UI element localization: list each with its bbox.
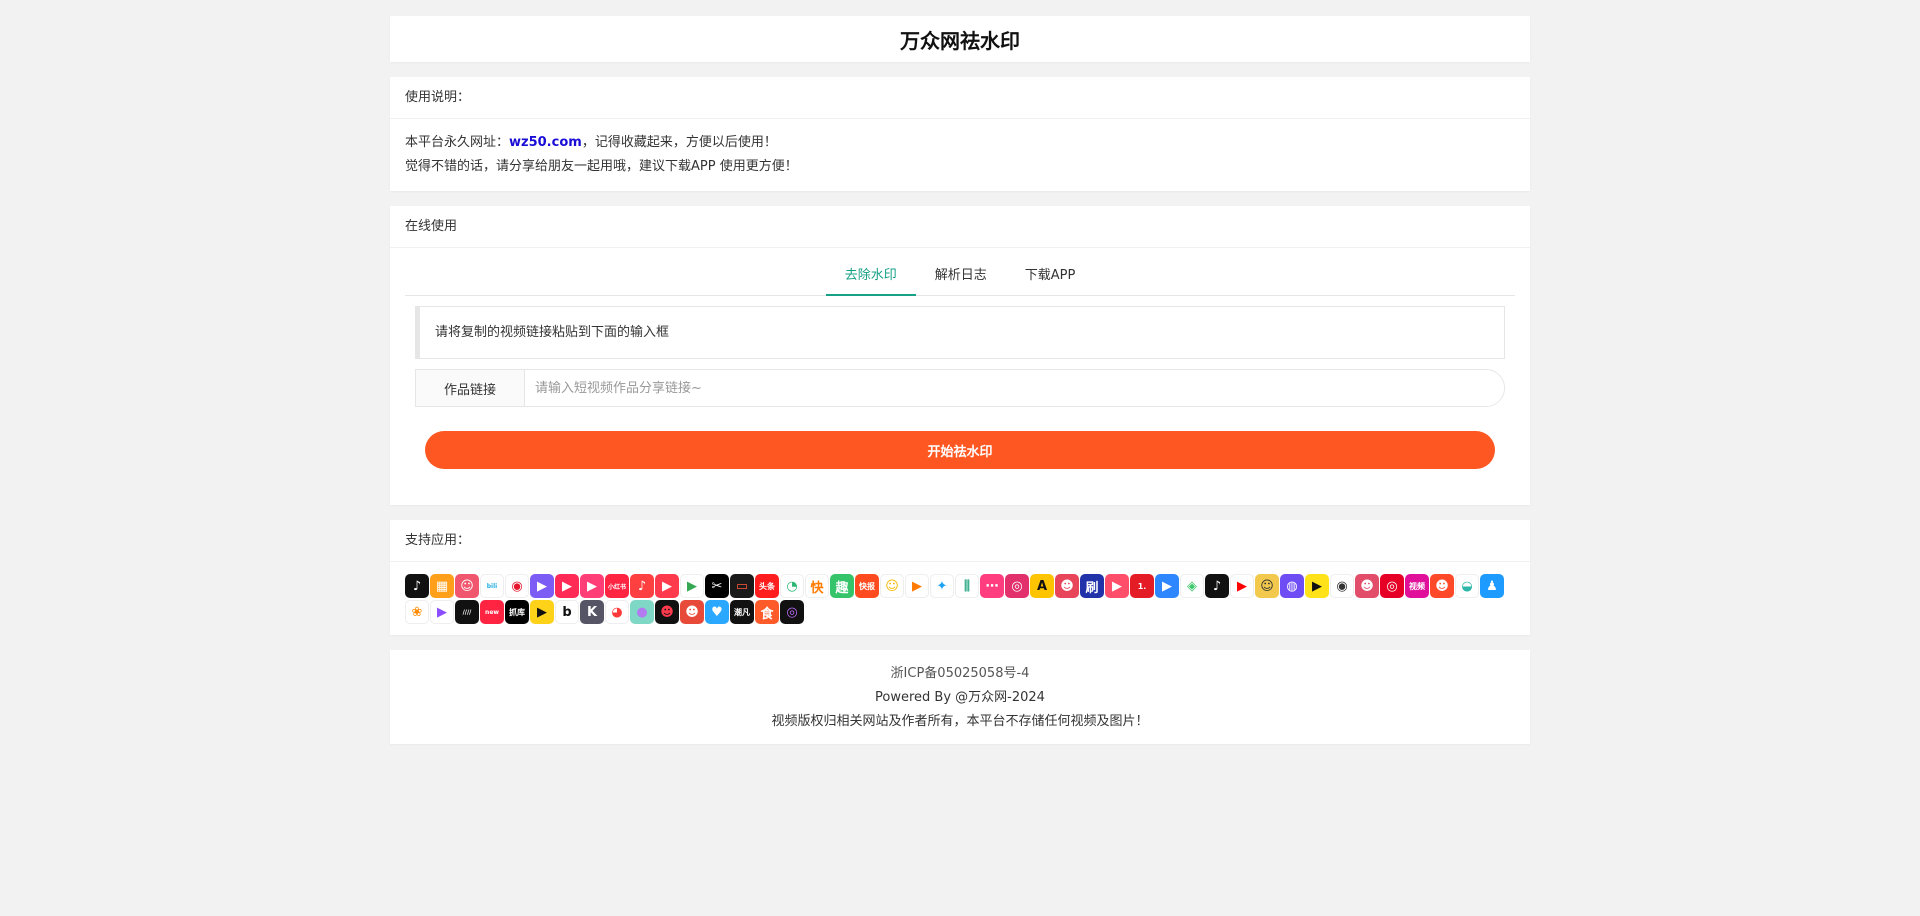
app-black-circle-icon: ◎ xyxy=(780,600,804,624)
tab-download-app[interactable]: 下载APP xyxy=(1006,256,1095,295)
kuaishou-icon: 快 xyxy=(805,574,829,598)
app-chat-icon: ◔ xyxy=(780,574,804,598)
instagram-icon: ◎ xyxy=(1005,574,1029,598)
google-play-icon: ▶ xyxy=(680,574,704,598)
app-yellow-drop-icon: ▶ xyxy=(1305,574,1329,598)
app-yellow-face-icon: ☺ xyxy=(880,574,904,598)
app-blue-shua-icon: 刷 xyxy=(1080,574,1104,598)
douyin-icon: ♪ xyxy=(405,574,429,598)
app-dark-text-icon: 潮凡 xyxy=(730,600,754,624)
app-red-tv-icon: ▶ xyxy=(1105,574,1129,598)
app-cartoon-icon: ☺ xyxy=(1255,574,1279,598)
app-camera-icon: ▶ xyxy=(655,574,679,598)
app-pink-play-icon: ▶ xyxy=(580,574,604,598)
apps-card: 支持应用： ♪ ▦ ☺ bili ◉ ▶ ▶ ▶ 小红书 ♪ ▶ ▶ ✂ ▭ 头条 ◔ 快趣快报 ☺ ▶ ✦ ⫼ ⋯ ◎ A ☻… xyxy=(390,520,1530,635)
app-blue-play-icon: ▶ xyxy=(1155,574,1179,598)
online-header: 在线使用 xyxy=(390,206,1530,248)
notice-body: 本平台永久网址：wz50.com，记得收藏起来，方便以后使用！ 觉得不错的话，请… xyxy=(390,119,1530,191)
app-face-icon: ☻ xyxy=(1055,574,1079,598)
app-tiger-icon: ☻ xyxy=(1430,574,1454,598)
notice-line-1-prefix: 本平台永久网址： xyxy=(405,135,510,150)
app-black-tv-icon: ▭ xyxy=(730,574,754,598)
capcut-icon: ✂ xyxy=(705,574,729,598)
app-magenta-text-icon: 视频 xyxy=(1405,574,1429,598)
footer: 浙ICP备05025058号-4 Powered By @万众网-2024 视频… xyxy=(390,650,1530,744)
app-purple-triangle-icon: ▶ xyxy=(430,600,454,624)
copyright-disclaimer: 视频版权归相关网站及作者所有，本平台不存储任何视频及图片！ xyxy=(771,714,1149,729)
app-gradient-ball-icon: ● xyxy=(630,600,654,624)
online-card: 在线使用 去除水印 解析日志 下载APP 请将复制的视频链接粘贴到下面的输入框 … xyxy=(390,206,1530,505)
app-black-text-icon: 抓库 xyxy=(505,600,529,624)
app-bowl-icon: ◒ xyxy=(1455,574,1479,598)
app-food-icon: 食 xyxy=(755,600,779,624)
notice-header: 使用说明： xyxy=(390,77,1530,119)
app-purple-chat-icon: ◍ xyxy=(1280,574,1304,598)
app-yellow-circle-icon: ▶ xyxy=(530,600,554,624)
supported-apps-grid: ♪ ▦ ☺ bili ◉ ▶ ▶ ▶ 小红书 ♪ ▶ ▶ ✂ ▭ 头条 ◔ 快趣快报 ☺ ▶ ✦ ⫼ ⋯ ◎ A ☻ 刷 ▶ 1. ▶ ◈… xyxy=(390,562,1530,635)
link-input-group: 作品链接 xyxy=(415,369,1505,407)
app-one-icon: 1. xyxy=(1130,574,1154,598)
tab-parse-log[interactable]: 解析日志 xyxy=(916,256,1006,295)
start-remove-watermark-button[interactable]: 开始祛水印 xyxy=(425,431,1495,469)
app-green-box-icon: 趣 xyxy=(830,574,854,598)
submit-wrap: 开始祛水印 xyxy=(405,407,1515,505)
app-yellow-a-icon: A xyxy=(1030,574,1054,598)
title-card: 万众网祛水印 xyxy=(390,16,1530,62)
site-title: 万众网祛水印 xyxy=(900,28,1020,53)
app-bars-icon: ⫼ xyxy=(955,574,979,598)
page-container: 万众网祛水印 使用说明： 本平台永久网址：wz50.com，记得收藏起来，方便以… xyxy=(390,0,1530,744)
app-eye-icon: ◉ xyxy=(1330,574,1354,598)
app-blue-heart-icon: ♥ xyxy=(705,600,729,624)
link-input-label: 作品链接 xyxy=(416,370,525,406)
video-link-input[interactable] xyxy=(525,370,1504,406)
app-portrait-icon: ☻ xyxy=(1355,574,1379,598)
app-red-bird-icon: ◕ xyxy=(605,600,629,624)
powered-by: Powered By @万众网-2024 xyxy=(875,690,1045,705)
notice-line-1-suffix: ，记得收藏起来，方便以后使用！ xyxy=(581,135,777,150)
app-green-eye-icon: ◈ xyxy=(1180,574,1204,598)
tab-remove-watermark[interactable]: 去除水印 xyxy=(825,256,916,296)
app-redorange-icon: ♪ xyxy=(630,574,654,598)
app-pink-face-icon: ☺ xyxy=(455,574,479,598)
app-orange-arrow-icon: ▶ xyxy=(905,574,929,598)
app-red-new-icon: new xyxy=(480,600,504,624)
app-purple-play-icon: ▶ xyxy=(530,574,554,598)
notice-line-1: 本平台永久网址：wz50.com，记得收藏起来，方便以后使用！ xyxy=(405,131,1515,155)
weibo-icon: ◉ xyxy=(505,574,529,598)
icp-number[interactable]: 浙ICP备05025058号-4 xyxy=(390,662,1530,686)
app-b-icon: b xyxy=(555,600,579,624)
notice-line-2: 觉得不错的话，请分享给朋友一起用哦，建议下载APP 使用更方便！ xyxy=(405,159,798,174)
app-red-play-icon: ▶ xyxy=(555,574,579,598)
tiktok-icon: ♪ xyxy=(1205,574,1229,598)
app-k-icon: K xyxy=(580,600,604,624)
app-monkey-icon: ☻ xyxy=(680,600,704,624)
youtube-icon: ▶ xyxy=(1230,574,1254,598)
twitter-icon: ✦ xyxy=(930,574,954,598)
app-squirrel-icon: ❀ xyxy=(405,600,429,624)
bilibili-icon: bili xyxy=(480,574,504,598)
app-lines-icon: //// xyxy=(455,600,479,624)
app-black-face-icon: ☻ xyxy=(655,600,679,624)
netease-music-icon: ◎ xyxy=(1380,574,1404,598)
xiaohongshu-icon: 小红书 xyxy=(605,574,629,598)
tab-bar: 去除水印 解析日志 下载APP xyxy=(405,256,1515,296)
online-body: 去除水印 解析日志 下载APP 请将复制的视频链接粘贴到下面的输入框 作品链接 … xyxy=(390,248,1530,505)
app-orange-icon: ▦ xyxy=(430,574,454,598)
qq-icon: ♟ xyxy=(1480,574,1504,598)
app-red-text-icon: 头条 xyxy=(755,574,779,598)
notice-card: 使用说明： 本平台永久网址：wz50.com，记得收藏起来，方便以后使用！ 觉得… xyxy=(390,77,1530,191)
apps-header: 支持应用： xyxy=(390,520,1530,562)
permanent-url-link[interactable]: wz50.com xyxy=(509,135,582,150)
app-pink-dots-icon: ⋯ xyxy=(980,574,1004,598)
instruction-tip: 请将复制的视频链接粘贴到下面的输入框 xyxy=(415,306,1505,359)
kuaishou-red-icon: 快报 xyxy=(855,574,879,598)
